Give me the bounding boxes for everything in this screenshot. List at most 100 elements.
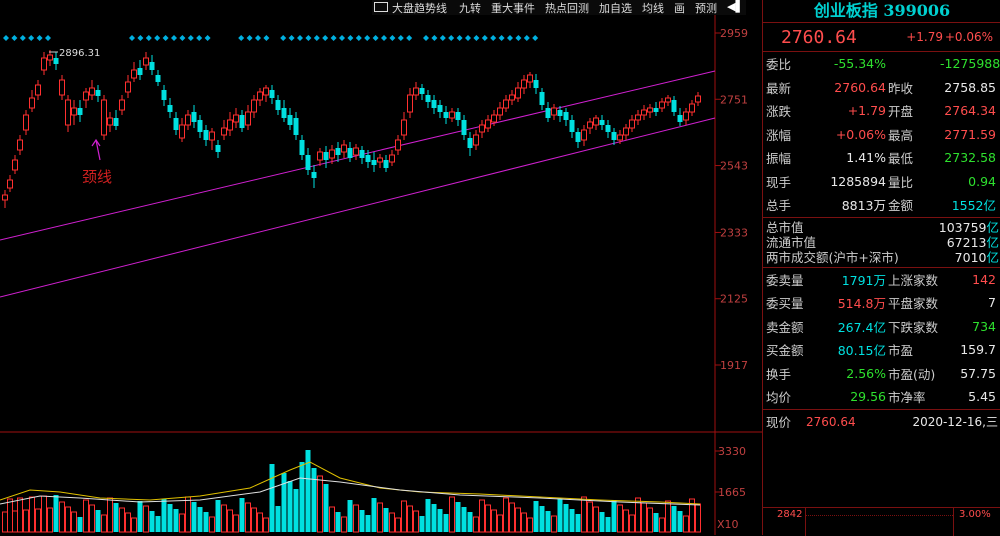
candle-body: [353, 147, 359, 156]
signal-diamond: [423, 35, 429, 41]
candle-body: [77, 108, 83, 115]
volume-bar: [425, 499, 431, 532]
candle-body: [617, 134, 623, 141]
volume-bar: [167, 504, 173, 532]
row-label-2: 量比: [888, 174, 914, 190]
signal-diamond: [45, 35, 51, 41]
volume-bar: [65, 506, 71, 533]
quote-panel: 创业板指 399006 2760.64 +1.79 +0.06% 委比 -55.3…: [762, 0, 1000, 536]
trade-date: 2020-12-16,三: [912, 415, 998, 429]
volume-bar: [449, 496, 455, 533]
candle-body: [491, 114, 497, 123]
volume-bar: [563, 504, 569, 532]
volume-bar: [197, 507, 203, 532]
market-value: 7010: [954, 249, 987, 265]
moving-average-button[interactable]: 均线: [640, 0, 666, 15]
candle-body: [161, 90, 167, 100]
row-label: 涨跌: [766, 104, 792, 120]
signal-diamond: [515, 35, 522, 41]
row-label: 总手: [766, 198, 792, 214]
row-value: 2.56%: [846, 365, 886, 381]
quote-row: 买金额 80.15亿 市盈 159.7: [763, 338, 1000, 362]
row-value-2: 1552亿: [951, 198, 996, 214]
volume-bar: [35, 508, 41, 533]
market-row: 两市成交额(沪市+深市) 7010 亿: [763, 250, 1000, 265]
candle-body: [479, 124, 485, 133]
candle-body: [113, 118, 119, 126]
signal-diamond: [3, 35, 9, 41]
candle-body: [557, 110, 563, 116]
volume-bar: [215, 500, 221, 532]
volume-bar: [227, 509, 233, 533]
candle-body: [341, 144, 347, 153]
draw-button[interactable]: 画: [672, 0, 687, 15]
row-value-2: 734: [972, 318, 996, 334]
hotspot-backtest-button[interactable]: 热点回测: [543, 0, 591, 15]
nine-turn-button[interactable]: 九转: [457, 0, 483, 15]
row-value-2: 2732.58: [944, 150, 996, 166]
signal-diamond: [246, 35, 253, 41]
volume-bar: [683, 515, 689, 533]
signal-diamond: [36, 35, 43, 41]
volume-bar: [161, 499, 167, 532]
volume-bar: [401, 500, 407, 533]
row-label-2: 市盈: [888, 343, 914, 359]
volume-bar: [257, 512, 263, 533]
volume-bar: [53, 495, 59, 532]
candle-body: [401, 119, 407, 136]
volume-bar: [41, 495, 47, 533]
signal-diamond: [355, 35, 362, 41]
high-annotation: 2896.31: [59, 48, 100, 59]
volume-bar: [359, 510, 365, 532]
volume-bar: [173, 509, 179, 532]
candle-body: [671, 100, 677, 112]
candle-body: [329, 149, 335, 159]
volume-bar: [137, 501, 143, 532]
candle-body: [689, 103, 695, 113]
row-label-2: 平盘家数: [888, 296, 939, 312]
candle-body: [65, 99, 71, 126]
collapse-icon[interactable]: ◀▌: [725, 0, 746, 15]
signal-diamond: [137, 35, 144, 41]
signal-diamond: [406, 35, 413, 41]
kline-chart[interactable]: 2959 2751 2543 2333 2125 1917 3330 1665 X10 2896.…: [0, 0, 762, 535]
trend-line-button[interactable]: 大盘趋势线: [372, 0, 451, 15]
chart-toolbar: 大盘趋势线 九转 重大事件 热点回测 加自选 均线 画 预测 ◀▌: [372, 0, 746, 15]
row-label: 委比: [766, 57, 792, 73]
volume-bar: [239, 498, 245, 532]
add-watchlist-button[interactable]: 加自选: [597, 0, 634, 15]
candle-body: [335, 148, 341, 155]
volume-bar: [581, 496, 587, 533]
volume-bar: [521, 512, 527, 533]
volume-bar: [497, 514, 503, 533]
mini-chart: 2842 3.00%: [763, 507, 1000, 536]
signal-diamond: [313, 35, 320, 41]
candle-body: [665, 97, 671, 103]
row-value-2: 142: [972, 271, 996, 287]
kline-chart-area[interactable]: 2959 2751 2543 2333 2125 1917 3330 1665 X10 2896.…: [0, 0, 762, 535]
candle-body: [437, 105, 443, 112]
candle-body: [425, 95, 431, 102]
volume-bar: [275, 506, 281, 532]
index-title: 创业板指 399006: [763, 0, 1000, 23]
forecast-button[interactable]: 预测: [693, 0, 719, 15]
candle-body: [251, 99, 257, 113]
major-events-button[interactable]: 重大事件: [489, 0, 537, 15]
volume-bar: [431, 504, 437, 532]
price-change-pct: +0.06%: [944, 30, 993, 44]
volume-axis-label: 3330: [718, 445, 746, 458]
signal-diamond: [448, 35, 455, 41]
volume-bar: [7, 498, 13, 533]
candle-body: [635, 114, 641, 121]
volume-bar: [209, 516, 215, 533]
volume-bar: [413, 510, 419, 533]
row-value-2: 2764.34: [944, 103, 996, 119]
signal-diamond: [397, 35, 404, 41]
candle-body: [467, 138, 473, 148]
signal-diamond: [431, 35, 438, 41]
row-value: 1791万: [841, 272, 886, 288]
candle-body: [539, 92, 545, 105]
price-axis-label: 2543: [720, 160, 748, 173]
quote-row: 换手 2.56% 市盈(动) 57.75: [763, 362, 1000, 386]
row-value: +0.06%: [835, 126, 886, 142]
